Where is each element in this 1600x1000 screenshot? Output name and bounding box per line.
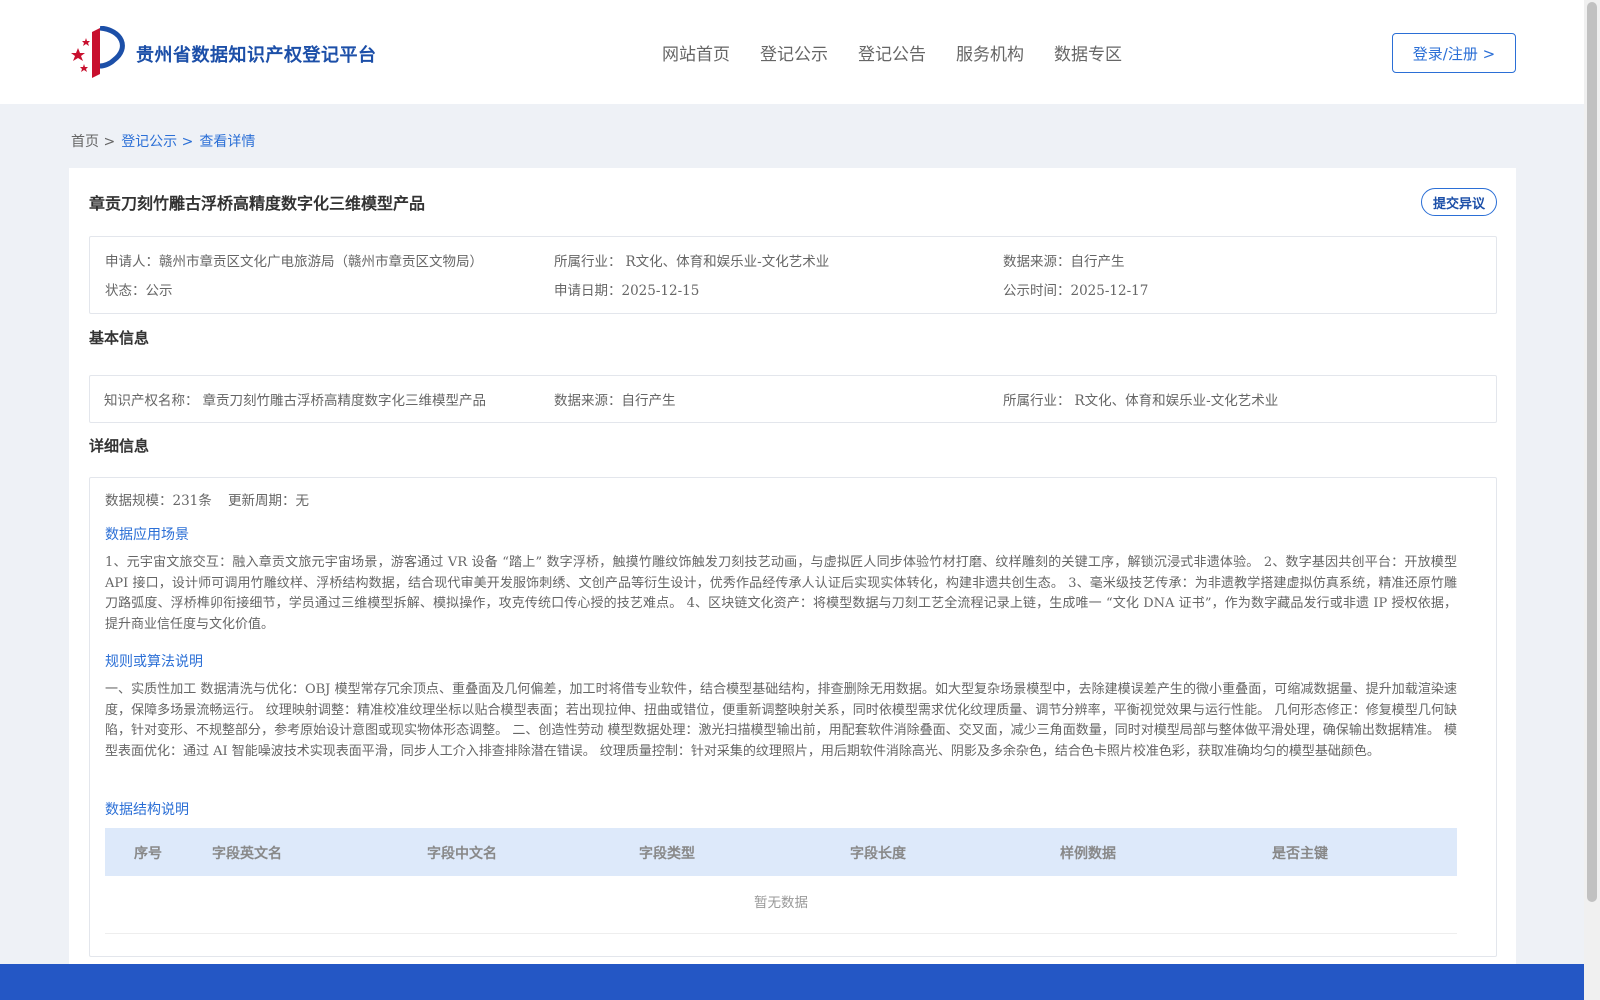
basic-source-value: 自行产生	[621, 393, 676, 409]
applicant-field: 申请人：赣州市章贡区文化广电旅游局（赣州市章贡区文物局）	[105, 250, 483, 270]
nav-publicity[interactable]: 登记公示	[760, 40, 828, 65]
source-label: 数据来源：	[1003, 254, 1071, 270]
scenario-text: 1、元宇宙文旅交互：融入章贡文旅元宇宙场景，游客通过 VR 设备 “踏上” 数字…	[105, 555, 1457, 632]
top-header: 贵州省数据知识产权登记平台 网站首页 登记公示 登记公告 服务机构 数据专区 登…	[0, 0, 1584, 104]
breadcrumb-current: 查看详情	[199, 134, 256, 150]
apply-date-field: 申请日期：2025-12-15	[554, 279, 699, 299]
publish-date-field: 公示时间：2025-12-17	[1003, 279, 1148, 299]
scale-value: 231条	[172, 493, 212, 509]
nav-data-zone[interactable]: 数据专区	[1054, 40, 1122, 65]
detail-info-box: 数据规模：231条 更新周期：无 数据应用场景 1、元宇宙文旅交互：融入章贡文旅…	[89, 477, 1497, 957]
industry-field: 所属行业： R文化、体育和娱乐业-文化艺术业	[554, 250, 829, 270]
page-title: 章贡刀刻竹雕古浮桥高精度数字化三维模型产品	[89, 194, 426, 213]
status-label: 状态：	[105, 283, 146, 299]
site-title[interactable]: 贵州省数据知识产权登记平台	[136, 41, 377, 67]
th-primary-key: 是否主键	[1272, 846, 1328, 862]
th-field-cn: 字段中文名	[427, 846, 497, 862]
scale-label: 数据规模：	[105, 493, 173, 509]
apply-date-value: 2025-12-15	[621, 283, 700, 299]
status-value: 公示	[145, 283, 173, 299]
scenario-title: 数据应用场景	[105, 527, 189, 543]
applicant-label: 申请人：	[105, 254, 159, 270]
scrollbar-thumb[interactable]	[1587, 2, 1597, 902]
structure-table-header: 序号 字段英文名 字段中文名 字段类型 字段长度 样例数据 是否主键	[105, 828, 1457, 876]
basic-source-field: 数据来源：自行产生	[554, 389, 676, 409]
rules-title: 规则或算法说明	[105, 654, 203, 670]
th-field-type: 字段类型	[639, 846, 695, 862]
ip-name-value: 章贡刀刻竹雕古浮桥高精度数字化三维模型产品	[202, 393, 487, 409]
th-field-en: 字段英文名	[212, 846, 282, 862]
basic-industry-value: R文化、体育和娱乐业-文化艺术业	[1074, 393, 1279, 409]
update-cycle-field: 更新周期：无	[228, 489, 309, 509]
nav-home[interactable]: 网站首页	[662, 40, 730, 65]
breadcrumb-home[interactable]: 首页 >	[71, 131, 115, 151]
publish-date-value: 2025-12-17	[1070, 283, 1149, 299]
submit-objection-button[interactable]: 提交异议	[1421, 188, 1497, 216]
site-logo-icon[interactable]	[70, 26, 130, 78]
basic-info-box: 知识产权名称： 章贡刀刻竹雕古浮桥高精度数字化三维模型产品 数据来源：自行产生 所…	[89, 375, 1497, 423]
basic-info-title: 基本信息	[89, 329, 150, 347]
apply-date-label: 申请日期：	[554, 283, 622, 299]
status-field: 状态：公示	[105, 279, 173, 299]
th-index: 序号	[134, 846, 162, 862]
breadcrumb: 首页 > 登记公示 > 查看详情	[71, 131, 255, 151]
detail-info-title: 详细信息	[89, 437, 150, 455]
nav-service-agency[interactable]: 服务机构	[956, 40, 1024, 65]
industry-label: 所属行业：	[554, 254, 622, 270]
summary-box: 申请人：赣州市章贡区文化广电旅游局（赣州市章贡区文物局） 所属行业： R文化、体育…	[89, 236, 1497, 314]
source-value: 自行产生	[1070, 254, 1125, 270]
basic-source-label: 数据来源：	[554, 393, 622, 409]
publish-date-label: 公示时间：	[1003, 283, 1071, 299]
table-empty-state: 暂无数据	[105, 876, 1457, 934]
breadcrumb-publicity[interactable]: 登记公示 >	[121, 131, 193, 151]
main-nav: 网站首页 登记公示 登记公告 服务机构 数据专区	[662, 40, 1122, 65]
update-cycle-value: 无	[295, 493, 310, 509]
nav-announcement[interactable]: 登记公告	[858, 40, 926, 65]
ip-name-field: 知识产权名称： 章贡刀刻竹雕古浮桥高精度数字化三维模型产品	[104, 389, 486, 409]
th-sample-data: 样例数据	[1060, 846, 1116, 862]
detail-card: 章贡刀刻竹雕古浮桥高精度数字化三维模型产品 提交异议 申请人：赣州市章贡区文化广…	[69, 168, 1516, 974]
update-cycle-label: 更新周期：	[228, 493, 296, 509]
industry-value: R文化、体育和娱乐业-文化艺术业	[625, 254, 830, 270]
rules-text: 一、实质性加工 数据清洗与优化：OBJ 模型常存冗余顶点、重叠面及几何偏差，加工…	[105, 682, 1457, 759]
page-footer	[0, 964, 1584, 1000]
th-field-length: 字段长度	[850, 846, 906, 862]
scale-field: 数据规模：231条	[105, 489, 212, 509]
source-field: 数据来源：自行产生	[1003, 250, 1125, 270]
page-scrollbar[interactable]	[1584, 0, 1600, 1000]
basic-industry-label: 所属行业：	[1003, 393, 1071, 409]
login-register-button[interactable]: 登录/注册 >	[1392, 33, 1516, 73]
ip-name-label: 知识产权名称：	[104, 393, 199, 409]
applicant-value: 赣州市章贡区文化广电旅游局（赣州市章贡区文物局）	[159, 254, 483, 270]
basic-industry-field: 所属行业： R文化、体育和娱乐业-文化艺术业	[1003, 389, 1278, 409]
structure-title: 数据结构说明	[105, 802, 189, 818]
